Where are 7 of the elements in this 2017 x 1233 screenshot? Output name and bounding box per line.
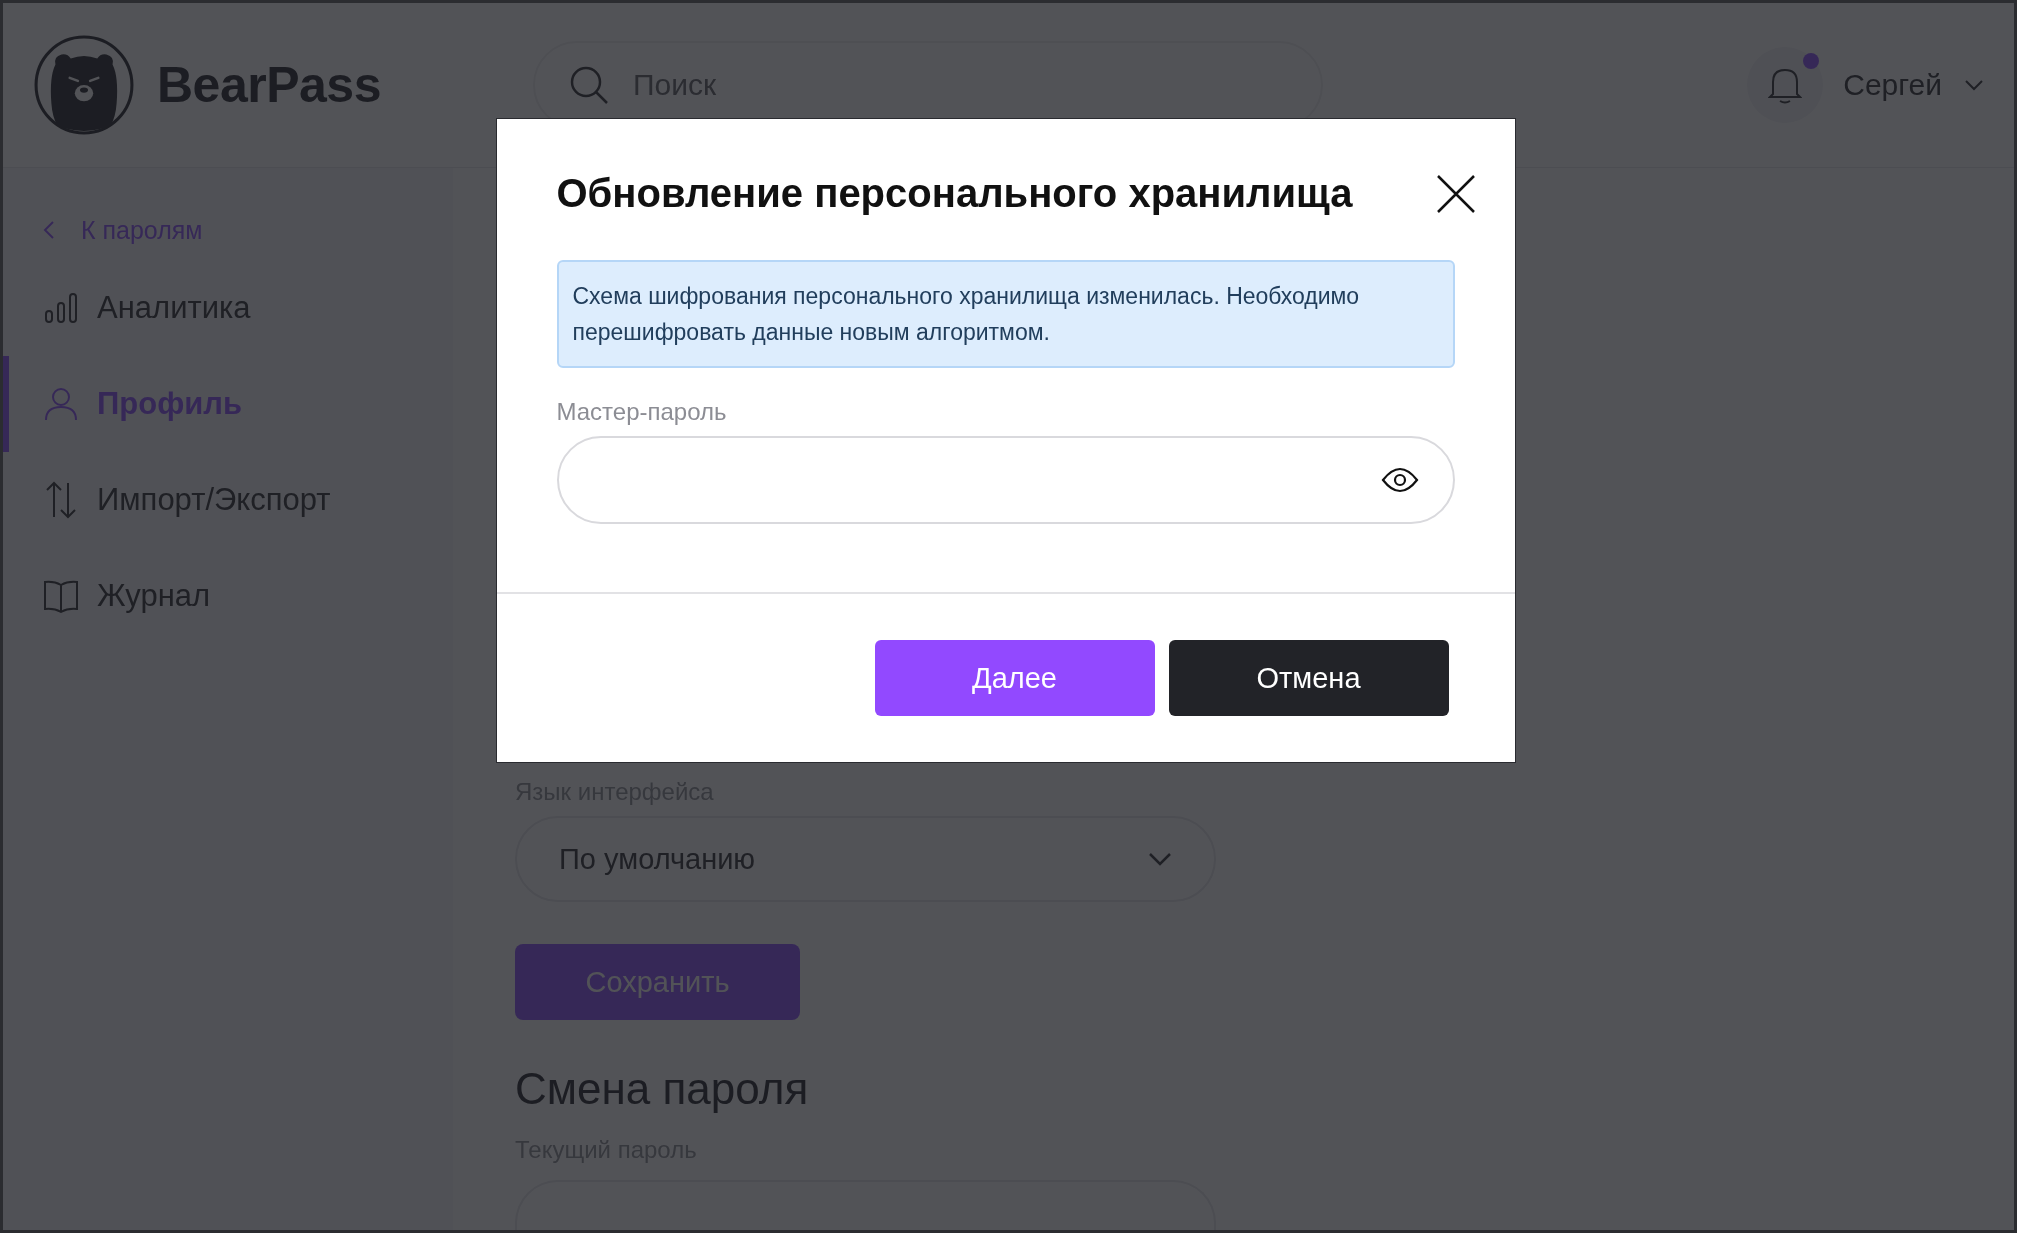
next-button[interactable]: Далее <box>874 640 1155 716</box>
close-button[interactable] <box>1434 172 1477 215</box>
info-notice: Схема шифрования персонального хранилища изменилась. Необходимо перешифровать данные новым алгоритмом. <box>556 260 1455 368</box>
field-label: Мастер-пароль <box>556 398 728 426</box>
dialog-title: Обновление персонального хранилища <box>556 171 1353 216</box>
show-password-button[interactable] <box>1380 467 1419 493</box>
cancel-button[interactable]: Отмена <box>1168 640 1449 716</box>
